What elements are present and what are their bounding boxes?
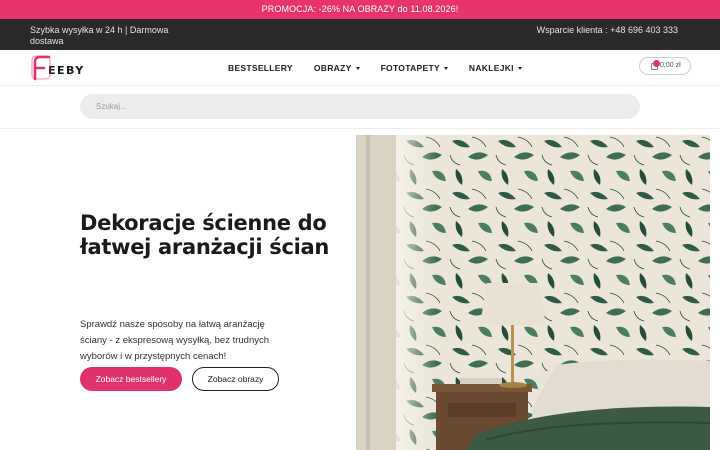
caret-down-icon <box>517 66 522 70</box>
top-info-bar: Szybka wysyłka w 24 h | Darmowa dostawa … <box>0 19 720 50</box>
support-contact[interactable]: Wsparcie klienta : +48 696 403 333 <box>537 25 678 36</box>
nav-fototapety[interactable]: FOTOTAPETY <box>381 63 448 73</box>
site-logo[interactable]: EEBY <box>30 53 85 81</box>
site-header: EEBY BESTSELLERY OBRAZY FOTOTAPETY NAKLE… <box>0 50 720 86</box>
search-input[interactable] <box>80 94 640 119</box>
nav-naklejki[interactable]: NAKLEJKI <box>469 63 522 73</box>
cart-button[interactable]: 0,00 zł <box>639 57 691 75</box>
main-nav: BESTSELLERY OBRAZY FOTOTAPETY NAKLEJKI <box>228 63 543 73</box>
hero-description: Sprawdź nasze sposoby na łatwą aranżację… <box>80 319 270 362</box>
promo-text: PROMOCJA: -26% NA OBRAZY do 11.08.2026! <box>261 4 459 14</box>
nav-bestsellery[interactable]: BESTSELLERY <box>228 63 293 73</box>
promo-banner[interactable]: PROMOCJA: -26% NA OBRAZY do 11.08.2026! <box>0 0 720 19</box>
nav-obrazy[interactable]: OBRAZY <box>314 63 360 73</box>
see-bestsellers-button[interactable]: Zobacz bestsellery <box>80 367 182 391</box>
nav-label: NAKLEJKI <box>468 63 514 73</box>
cart-count-badge <box>653 60 660 67</box>
hero-title: Dekoracje ścienne do łatwej aranżacji śc… <box>80 211 330 259</box>
logo-mark-icon <box>31 55 51 81</box>
nav-label: FOTOTAPETY <box>380 63 440 73</box>
caret-down-icon <box>443 66 448 70</box>
nav-label: BESTSELLERY <box>228 63 293 73</box>
nav-label: OBRAZY <box>313 63 352 73</box>
cart-total: 0,00 zł <box>660 62 681 69</box>
caret-down-icon <box>355 66 360 70</box>
shipping-info: Szybka wysyłka w 24 h | Darmowa dostawa <box>30 25 169 46</box>
see-paintings-button[interactable]: Zobacz obrazy <box>192 367 279 391</box>
hero-image <box>356 135 710 450</box>
hero-interior-illustration <box>356 135 710 450</box>
logo-wordmark: EEBY <box>48 63 85 77</box>
